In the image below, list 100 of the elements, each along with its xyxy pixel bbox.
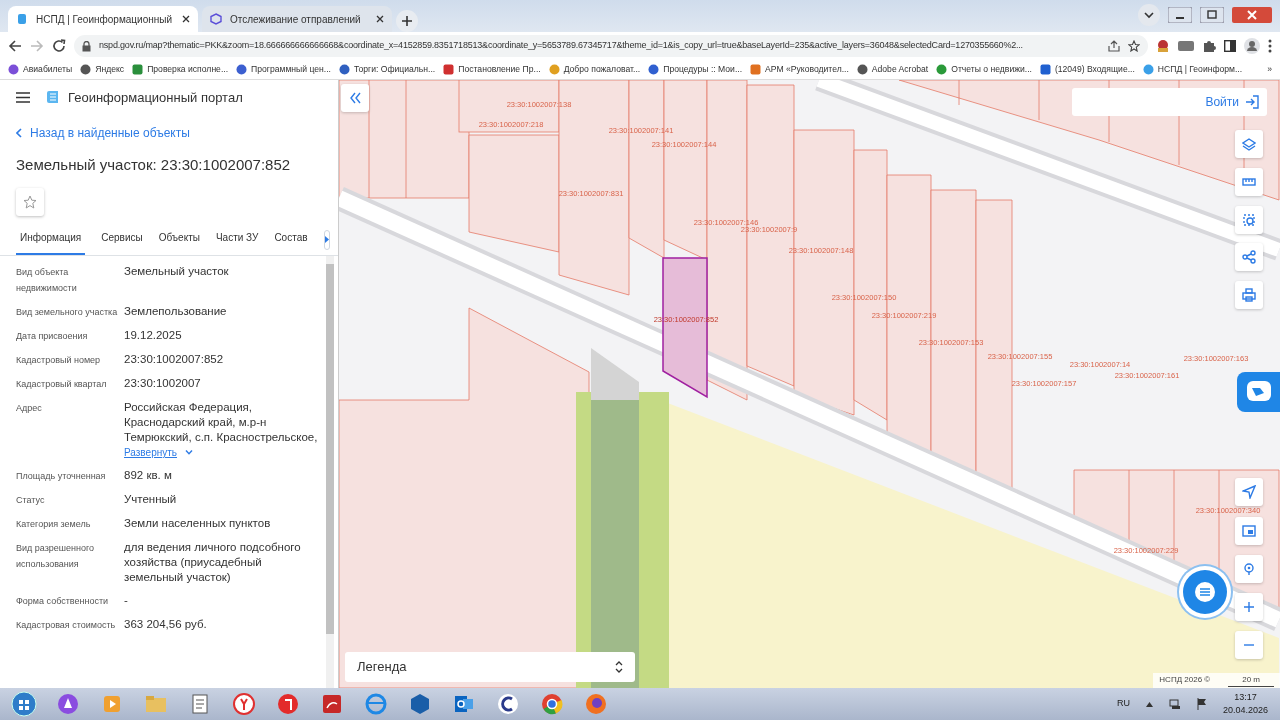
minimap-button[interactable] xyxy=(1235,517,1263,545)
network-icon[interactable] xyxy=(1168,698,1181,710)
login-button[interactable]: Войти xyxy=(1072,88,1267,116)
more-icon[interactable] xyxy=(1268,39,1272,53)
info-tab[interactable]: Состав xyxy=(274,224,308,255)
tab-title: НСПД | Геоинформационный xyxy=(36,12,173,27)
zoom-in-button[interactable] xyxy=(1235,593,1263,621)
bookmark-icon xyxy=(1039,64,1051,75)
reload-icon[interactable] xyxy=(52,39,66,53)
chevron-down-icon xyxy=(185,450,193,455)
menu-icon[interactable] xyxy=(16,92,30,104)
field-label: Вид земельного участка xyxy=(16,306,119,319)
minimize-icon[interactable] xyxy=(1168,7,1192,23)
flag-icon[interactable] xyxy=(1196,698,1207,710)
field-value: 23:30:1002007:852 xyxy=(124,352,224,367)
field-value: - xyxy=(124,593,128,608)
close-icon[interactable] xyxy=(182,15,190,23)
bookmark-link[interactable]: (12049) Входящие... xyxy=(1054,63,1135,76)
bookmark-link[interactable]: АРМ «Руководител... xyxy=(765,63,849,76)
share-icon[interactable] xyxy=(1108,40,1120,52)
c-shape-icon[interactable] xyxy=(495,691,521,717)
field-label: Кадастровый номер xyxy=(16,354,102,367)
info-tab[interactable]: Части ЗУ xyxy=(215,224,259,255)
bookmark-link[interactable]: Авиабилеты xyxy=(23,63,73,76)
close-icon[interactable] xyxy=(376,15,384,23)
bookmark-link[interactable]: Отчеты о недвижи... xyxy=(951,63,1032,76)
collapse-icon xyxy=(348,91,362,105)
page-heading: Земельный участок: 23:30:1002007:852 xyxy=(15,154,292,175)
bookmark-link[interactable]: НСПД | Геоинформ... xyxy=(1157,63,1243,76)
back-arrow-icon[interactable] xyxy=(8,39,22,53)
extension-avatar-icon[interactable] xyxy=(1156,39,1170,53)
field-value: 23:30:1002007 xyxy=(124,376,201,391)
bookmark-icon xyxy=(236,64,248,75)
info-tab[interactable]: Сервисы xyxy=(101,224,143,255)
bookmark-icon xyxy=(132,64,144,75)
star-icon[interactable] xyxy=(1128,40,1140,52)
layers-button[interactable] xyxy=(1235,130,1263,158)
info-tab[interactable]: Объекты xyxy=(158,224,200,255)
locate-button[interactable] xyxy=(1235,555,1263,583)
bookmark-link[interactable]: Яндекс xyxy=(95,63,125,76)
zoom-out-button[interactable] xyxy=(1235,631,1263,659)
bookmark-link[interactable]: Процедуры :: Мои... xyxy=(663,63,743,76)
bookmark-icon xyxy=(856,64,868,75)
share-button[interactable] xyxy=(1235,243,1263,271)
bookmarks-overflow-button[interactable]: » xyxy=(1267,63,1272,76)
info-tab[interactable]: Информация xyxy=(16,224,86,255)
bookmark-icon xyxy=(1142,64,1154,75)
clock-date: 20.04.2026 xyxy=(1222,704,1268,717)
start-orb-icon[interactable] xyxy=(11,691,37,717)
side-panel-icon[interactable] xyxy=(1224,40,1236,52)
field-value: Земли населенных пунктов xyxy=(124,516,271,531)
field-value: для ведения личного подсобного хозяйства (приусадебный земельный участок) xyxy=(124,540,302,585)
navigate-button[interactable] xyxy=(1235,478,1263,506)
field-value: Землепользование xyxy=(124,304,227,319)
tray-arrow-icon[interactable] xyxy=(1145,701,1153,707)
bookmark-icon xyxy=(548,64,560,75)
letter-app-icon[interactable] xyxy=(275,691,301,717)
bookmark-link[interactable]: Торги: Официальн... xyxy=(353,63,436,76)
back-link[interactable]: Назад в найденные объекты xyxy=(0,115,338,150)
print-button[interactable] xyxy=(1235,281,1263,309)
clock-time: 13:17 xyxy=(1234,690,1257,704)
expand-link[interactable]: Развернуть xyxy=(124,445,318,460)
field-label: Статус xyxy=(16,494,46,507)
layers-icon xyxy=(1242,137,1256,151)
bookmark-icon xyxy=(443,64,455,75)
new-tab-icon[interactable] xyxy=(396,10,418,32)
area-select-button[interactable] xyxy=(1235,206,1263,234)
chevron-down-icon[interactable] xyxy=(1138,4,1160,26)
bookmark-link[interactable]: Adobe Acrobat xyxy=(871,63,929,76)
card-icon[interactable] xyxy=(1178,41,1194,51)
puzzle-icon[interactable] xyxy=(1202,39,1216,53)
favorite-button[interactable] xyxy=(16,188,44,216)
maximize-icon[interactable] xyxy=(1200,7,1224,23)
tabs-next-button[interactable] xyxy=(323,229,330,250)
print-icon xyxy=(1242,288,1256,302)
collapse-button[interactable] xyxy=(341,84,369,112)
cube-icon xyxy=(210,13,222,25)
chat-tab-button[interactable] xyxy=(1237,372,1280,412)
zoom-in-icon xyxy=(1242,600,1256,614)
browser-tab[interactable]: НСПД | Геоинформационный xyxy=(8,6,198,32)
field-value: Российская Федерация, Краснодарский край, м.р-н Темрюкский, с.п. Краснострельское, xyxy=(124,400,318,445)
language-indicator[interactable]: RU xyxy=(1116,697,1130,711)
tab-title: Отслеживание отправлений xyxy=(230,12,362,27)
field-value: 892 кв. м xyxy=(124,468,172,483)
address-bar[interactable] xyxy=(74,35,1148,57)
login-icon xyxy=(1245,95,1259,109)
browser-icon[interactable] xyxy=(231,691,257,717)
bookmark-link[interactable]: Программный цен... xyxy=(251,63,331,76)
bookmark-link[interactable]: Добро пожаловат... xyxy=(563,63,641,76)
legend-dropdown[interactable]: Легенда xyxy=(345,652,635,682)
browser-tab[interactable]: Отслеживание отправлений xyxy=(202,6,392,32)
bookmark-link[interactable]: Постановление Пр... xyxy=(458,63,541,76)
ruler-button[interactable] xyxy=(1235,168,1263,196)
page-icon xyxy=(16,13,28,25)
assistant-icon[interactable] xyxy=(55,691,81,717)
globe-browser-icon[interactable] xyxy=(363,691,389,717)
logo-icon xyxy=(46,89,60,106)
profile-icon[interactable] xyxy=(1244,38,1260,54)
field-label: Вид объекта недвижимости xyxy=(16,266,78,295)
bookmark-link[interactable]: Проверка исполне... xyxy=(147,63,229,76)
